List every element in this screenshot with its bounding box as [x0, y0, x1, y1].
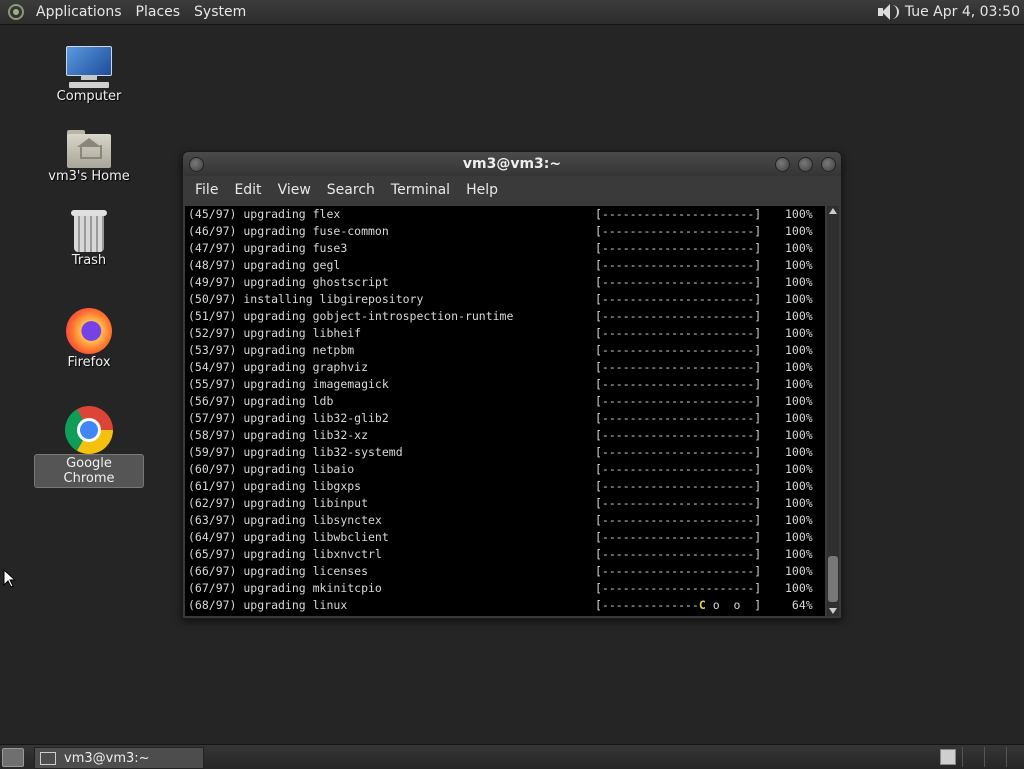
window-title: vm3@vm3:~ — [462, 156, 562, 172]
clock[interactable]: Tue Apr 4, 03:50 — [905, 4, 1024, 20]
close-button[interactable] — [821, 157, 836, 172]
window-titlebar[interactable]: vm3@vm3:~ — [183, 152, 841, 176]
taskbar-button-label: vm3@vm3:~ — [64, 750, 150, 766]
menu-search[interactable]: Search — [319, 182, 383, 198]
terminal-line: (57/97) upgrading lib32-glib2 [----------… — [188, 411, 813, 425]
desktop-icon-firefox[interactable]: Firefox — [34, 308, 144, 371]
terminal-output[interactable]: (45/97) upgrading flex [-----------------… — [185, 206, 825, 616]
terminal-line: (67/97) upgrading mkinitcpio [-----------… — [188, 581, 813, 595]
workspace-divider — [984, 747, 985, 767]
terminal-line: (56/97) upgrading ldb [------------------… — [188, 394, 813, 408]
terminal-line: (59/97) upgrading lib32-systemd [--------… — [188, 445, 813, 459]
terminal-line: (46/97) upgrading fuse-common [----------… — [188, 224, 813, 238]
terminal-line: (54/97) upgrading graphviz [-------------… — [188, 360, 813, 374]
system-menu[interactable]: System — [187, 1, 253, 23]
scroll-up-arrow-icon[interactable] — [829, 208, 837, 214]
terminal-line: (63/97) upgrading libsynctex [-----------… — [188, 513, 813, 527]
terminal-line: (65/97) upgrading libxnvctrl [-----------… — [188, 547, 813, 561]
minimize-button[interactable] — [775, 157, 790, 172]
terminal-line: (53/97) upgrading netpbm [---------------… — [188, 343, 813, 357]
menu-help[interactable]: Help — [458, 182, 506, 198]
terminal-line: (64/97) upgrading libwbclient [----------… — [188, 530, 813, 544]
firefox-icon — [66, 308, 112, 354]
top-panel-tray: Tue Apr 4, 03:50 — [875, 0, 1024, 24]
workspace-divider — [962, 747, 963, 767]
main-menu-logo-icon[interactable] — [7, 3, 25, 21]
workspace-switcher-active[interactable] — [940, 749, 956, 765]
terminal-line: (61/97) upgrading libgxps [--------------… — [188, 479, 813, 493]
menu-edit[interactable]: Edit — [226, 182, 269, 198]
terminal-line: (60/97) upgrading libaio [---------------… — [188, 462, 813, 476]
terminal-line: (51/97) upgrading gobject-introspection-… — [188, 309, 813, 323]
menu-view[interactable]: View — [270, 182, 319, 198]
desktop-icon-label: Trash — [71, 253, 107, 268]
mouse-pointer-icon — [3, 569, 15, 588]
applications-menu[interactable]: Applications — [29, 1, 129, 23]
terminal-line: (66/97) upgrading licenses [-------------… — [188, 564, 813, 578]
desktop-icon-home[interactable]: vm3's Home — [34, 130, 144, 185]
chrome-icon — [65, 406, 113, 454]
desktop-icon-label: Computer — [56, 89, 122, 104]
desktop-icon-label: vm3's Home — [48, 169, 130, 184]
terminal-line: (49/97) upgrading ghostscript [----------… — [188, 275, 813, 289]
window-menubar: File Edit View Search Terminal Help — [183, 176, 841, 204]
desktop-icon-label: Firefox — [67, 355, 111, 370]
desktop-icon-computer[interactable]: Computer — [34, 46, 144, 105]
terminal-line: (55/97) upgrading imagemagick [----------… — [188, 377, 813, 391]
desktop-icon-trash[interactable]: Trash — [34, 210, 144, 269]
terminal-line: (62/97) upgrading libinput [-------------… — [188, 496, 813, 510]
top-panel: Applications Places System Tue Apr 4, 03… — [0, 0, 1024, 25]
terminal-line-current: (68/97) upgrading linux [--------------C … — [188, 598, 813, 612]
workspace-divider — [1006, 747, 1007, 767]
terminal-scrollbar[interactable] — [827, 206, 839, 616]
computer-icon — [66, 46, 112, 80]
places-menu[interactable]: Places — [129, 1, 188, 23]
volume-icon[interactable] — [875, 2, 899, 22]
terminal-line: (52/97) upgrading libheif [--------------… — [188, 326, 813, 340]
maximize-button[interactable] — [798, 157, 813, 172]
taskbar-button-terminal[interactable]: vm3@vm3:~ — [34, 747, 204, 769]
scrollbar-thumb[interactable] — [828, 556, 838, 602]
desktop-icon-chrome[interactable]: Google Chrome — [34, 406, 144, 488]
terminal-icon — [40, 751, 56, 765]
terminal-window: vm3@vm3:~ File Edit View Search Terminal… — [182, 151, 842, 619]
menu-terminal[interactable]: Terminal — [383, 182, 458, 198]
home-folder-icon — [67, 130, 111, 168]
terminal-line: (50/97) installing libgirepository [-----… — [188, 292, 813, 306]
terminal-line: (47/97) upgrading fuse3 [----------------… — [188, 241, 813, 255]
terminal-line: (58/97) upgrading lib32-xz [-------------… — [188, 428, 813, 442]
pacman-progress-char: C — [698, 598, 706, 612]
show-desktop-icon[interactable] — [2, 748, 24, 767]
menu-file[interactable]: File — [187, 182, 226, 198]
bottom-panel: vm3@vm3:~ — [0, 744, 1024, 769]
terminal-line: (45/97) upgrading flex [-----------------… — [188, 207, 813, 221]
terminal-line: (48/97) upgrading gegl [-----------------… — [188, 258, 813, 272]
scroll-down-arrow-icon[interactable] — [829, 608, 837, 614]
trash-icon — [71, 210, 107, 252]
desktop-icon-label: Google Chrome — [34, 454, 144, 488]
